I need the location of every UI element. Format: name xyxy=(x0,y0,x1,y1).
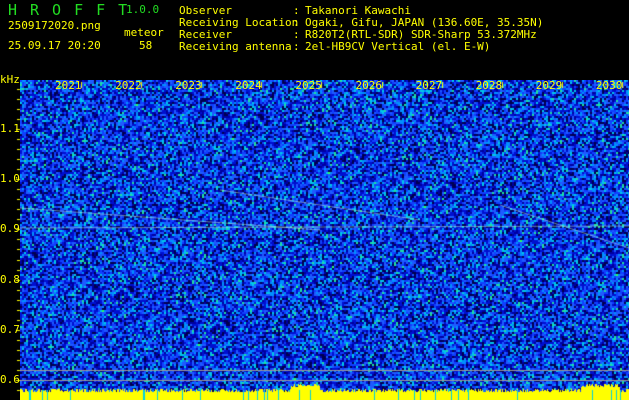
x-tick-label: 2025 xyxy=(295,79,322,92)
y-tick-label: 1.1 xyxy=(0,122,20,135)
x-tick-label: 2030 xyxy=(595,79,623,92)
y-tick-label: 0.8 xyxy=(0,272,20,286)
antenna-label: Receiving antenna xyxy=(179,40,292,53)
meteor-count-label: meteor xyxy=(124,26,164,39)
x-tick-label: 2023 xyxy=(175,79,202,92)
hrofft-window: HROFFT 1.0.0 2509172020.png 25.09.17 20:… xyxy=(0,0,629,400)
antenna-value: 2el-HB9CV Vertical (el. E-W) xyxy=(305,40,491,53)
datetime: 25.09.17 20:20 xyxy=(8,39,101,52)
y-tick-label: 0.6 xyxy=(0,373,20,386)
meteor-count-value: 58 xyxy=(139,39,153,52)
y-tick-label: 1.0 xyxy=(0,172,20,186)
x-tick-label: 2021 xyxy=(55,79,82,92)
y-tick-label: 0.7 xyxy=(0,322,20,336)
filename: 2509172020.png xyxy=(8,19,101,32)
x-tick-label: 2027 xyxy=(415,79,443,92)
separator: : xyxy=(293,40,300,53)
y-unit-label: kHz xyxy=(0,73,20,86)
app-title: HROFFT xyxy=(8,1,141,19)
x-tick-label: 2028 xyxy=(475,79,503,92)
x-tick-label: 2029 xyxy=(535,79,563,92)
y-tick-label: 0.9 xyxy=(0,222,20,236)
x-tick-label: 2026 xyxy=(355,79,383,92)
x-tick-label: 2024 xyxy=(235,79,262,92)
app-version: 1.0.0 xyxy=(126,3,160,16)
spectrogram xyxy=(20,80,629,400)
x-tick-label: 2022 xyxy=(115,79,142,92)
